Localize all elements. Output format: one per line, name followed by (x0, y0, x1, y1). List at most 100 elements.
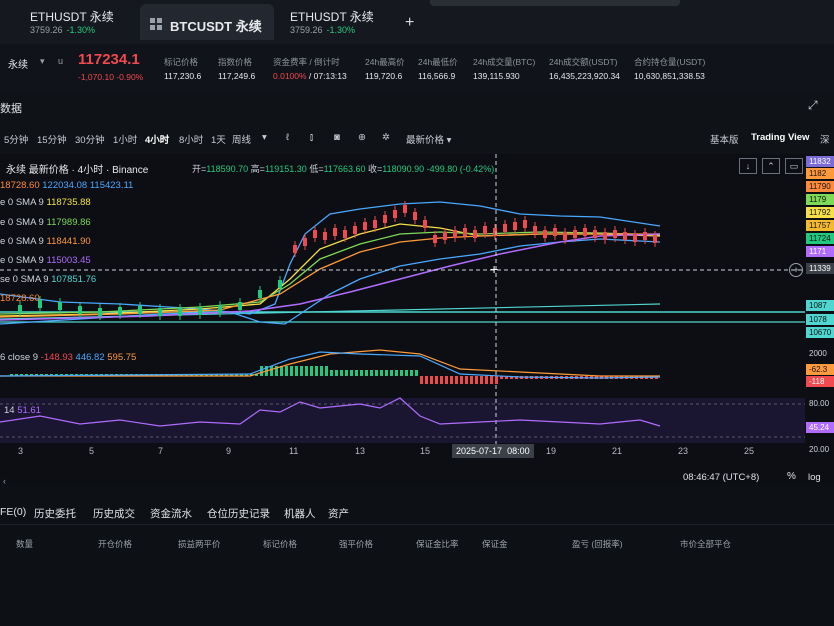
add-tab-button[interactable]: + (405, 14, 414, 32)
candle-body (323, 232, 327, 240)
interval-1h[interactable]: 1小时 (113, 132, 137, 146)
interval-4h[interactable]: 4小时 (145, 132, 169, 146)
tab-order-history[interactable]: 历史委托 (34, 506, 76, 521)
candle-body (643, 232, 647, 240)
candle-body (218, 305, 222, 313)
candle-body (333, 228, 337, 236)
view-depth[interactable]: 深 (820, 132, 830, 146)
collapse-icon[interactable]: ⌃ (762, 158, 780, 174)
macd-bar (420, 376, 423, 384)
candle-body (653, 235, 657, 243)
indicator-icon[interactable]: ℓ (286, 132, 289, 143)
macd-bar (355, 370, 358, 376)
price-tag: 11792 (806, 207, 834, 218)
dropdown-icon[interactable]: ▾ (40, 56, 45, 67)
macd-bar (350, 370, 353, 376)
add-icon[interactable]: ⊕ (358, 132, 366, 143)
tab-assets[interactable]: 资产 (328, 506, 349, 521)
macd-bar (460, 376, 463, 384)
price-chart[interactable]: + 永续 最新价格 · 4小时 · Binance 开=118590.70 高=… (0, 154, 834, 486)
scroll-down-icon[interactable]: ↓ (739, 158, 757, 174)
candle-body (138, 306, 142, 314)
macd-bar (480, 376, 483, 384)
settings-icon[interactable]: ✲ (382, 132, 390, 143)
tab-price: 3759.26 (290, 25, 323, 35)
col-pnl: 盈亏 (回报率) (572, 539, 623, 549)
macd-bar (300, 366, 303, 376)
macd-axis-label: 2000 (809, 349, 827, 358)
candle-body (293, 245, 297, 253)
tab-ethusdt-2[interactable]: ETHUSDT 永续 3759.26 -1.30% (290, 4, 390, 40)
tab-trade-history[interactable]: 历史成交 (93, 506, 135, 521)
price-tag: 10670 (806, 327, 834, 338)
macd-bar (445, 376, 448, 384)
price-tag: 1182 (806, 168, 834, 179)
candle-body (303, 238, 307, 246)
macd-bar (415, 370, 418, 376)
interval-week[interactable]: 周线 (232, 132, 251, 146)
ohlc-readout: 开=118590.70 高=119151.30 低=117663.60 收=11… (192, 164, 495, 174)
symbol-suffix: 永续 (8, 60, 28, 71)
col-close-all[interactable]: 市价全部平仓 (680, 538, 731, 550)
view-tradingview[interactable]: Trading View (751, 132, 809, 143)
candle-body (413, 212, 417, 220)
boll-legend: 18728.60 122034.08 115423.11 (0, 180, 134, 191)
macd-bar (440, 376, 443, 384)
tab-positions[interactable]: FE(0) (0, 506, 26, 518)
last-price: 117234.1 (78, 51, 140, 68)
tab-position-history[interactable]: 仓位历史记录 (207, 506, 270, 521)
x-tick: 25 (744, 446, 755, 456)
price-change-pct: -0.90% (116, 72, 144, 82)
interval-30m[interactable]: 30分钟 (75, 132, 105, 146)
x-tick: 15 (420, 446, 431, 456)
expand-icon[interactable]: ⤢ (808, 98, 818, 113)
search-bar[interactable] (430, 0, 680, 6)
chart-canvas[interactable]: + (0, 154, 834, 484)
col-margin: 保证金 (482, 539, 508, 549)
log-scale-button[interactable]: log (808, 472, 821, 483)
ma-orange (0, 233, 660, 318)
macd-bar (485, 376, 488, 384)
macd-bar (435, 376, 438, 384)
price-tag: 11724 (806, 233, 834, 244)
interval-15m[interactable]: 15分钟 (37, 132, 67, 146)
macd-bar (280, 366, 283, 376)
tab-bots[interactable]: 机器人 (284, 506, 316, 521)
percent-scale-button[interactable]: % (787, 471, 796, 482)
macd-bar (330, 370, 333, 376)
interval-dropdown-icon[interactable]: ▾ (262, 132, 267, 143)
tab-funding-flow[interactable]: 资金流水 (150, 506, 192, 521)
high-24h: 24h最高价 119,720.6 (365, 57, 405, 81)
price-tag: 1171 (806, 246, 834, 257)
view-basic[interactable]: 基本版 (710, 132, 739, 146)
rsi-legend: 14 51.61 (4, 405, 41, 416)
tab-btcusdt[interactable]: BTCUSDT 永续 (140, 4, 274, 40)
macd-bar (340, 370, 343, 376)
macd-bar (495, 376, 498, 384)
interval-1d[interactable]: 1天 (211, 132, 226, 146)
macd-bar (295, 366, 298, 376)
interval-8h[interactable]: 8小时 (179, 132, 203, 146)
candle-body (18, 305, 22, 313)
candle-body (343, 230, 347, 238)
index-price: 指数价格 117,249.6 (218, 57, 256, 81)
candle-body (178, 308, 182, 316)
interval-5m[interactable]: 5分钟 (4, 132, 28, 146)
macd-axis-label: -62.3 (806, 364, 834, 375)
candle-body (563, 232, 567, 240)
tab-change: -1.30% (66, 25, 96, 35)
price-tag: 11757 (806, 220, 834, 231)
candle-type-icon[interactable]: ⫾ (310, 132, 313, 143)
price-type-select[interactable]: 最新价格 ▾ (406, 132, 451, 146)
time-axis: 3 5 7 9 11 13 15 19 21 23 25 2025-07-17 … (0, 444, 800, 462)
tab-bar: ETHUSDT 永续 3759.26 -1.30% BTCUSDT 永续 ETHU… (0, 0, 834, 44)
maximize-icon[interactable]: ▭ (785, 158, 803, 174)
candle-body (453, 230, 457, 238)
tab-ethusdt-1[interactable]: ETHUSDT 永续 3759.26 -1.30% (30, 4, 130, 40)
grid-icon (150, 18, 162, 30)
candle-body (603, 232, 607, 240)
section-title: 数据 (0, 103, 22, 115)
macd-bar (410, 370, 413, 376)
camera-icon[interactable]: ◙ (334, 132, 340, 143)
add-alert-icon[interactable]: + (789, 263, 803, 277)
